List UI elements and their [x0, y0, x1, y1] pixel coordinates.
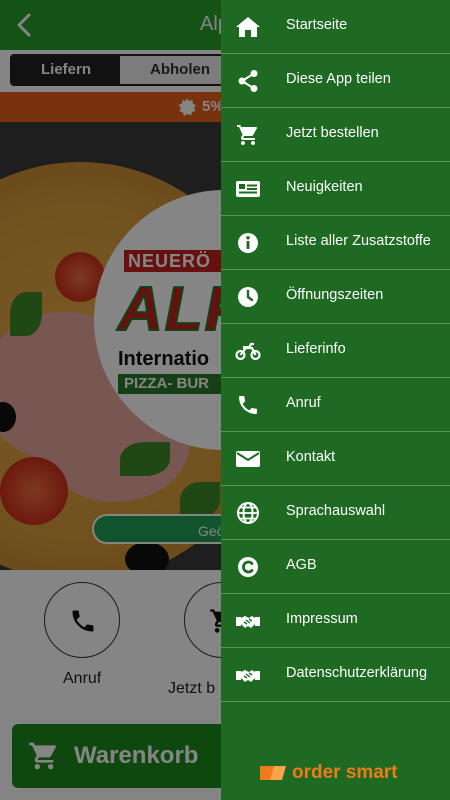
menu-item-label: Datenschutzerklärung	[286, 665, 428, 681]
menu-item-label: Liste aller Zusatzstoffe	[286, 233, 431, 249]
clock-icon	[235, 285, 261, 309]
cart-icon	[235, 123, 261, 147]
envelope-icon	[235, 447, 261, 471]
menu-item-startseite[interactable]: Startseite	[221, 0, 450, 54]
home-icon	[235, 15, 261, 39]
menu-item-label: AGB	[286, 557, 317, 573]
menu-item-label: Neuigkeiten	[286, 179, 363, 195]
menu-item-label: Diese App teilen	[286, 71, 391, 87]
menu-item-language[interactable]: Sprachauswahl	[221, 486, 450, 540]
menu-item-label: Impressum	[286, 611, 358, 627]
handshake-icon	[235, 609, 261, 633]
share-icon	[235, 69, 261, 93]
menu-item-label: Kontakt	[286, 449, 336, 465]
menu-item-contact[interactable]: Kontakt	[221, 432, 450, 486]
motorcycle-icon	[235, 339, 261, 363]
menu-item-label: Lieferinfo	[286, 341, 346, 357]
menu-item-call[interactable]: Anruf	[221, 378, 450, 432]
info-icon	[235, 231, 261, 255]
newspaper-icon	[235, 177, 261, 201]
menu-item-news[interactable]: Neuigkeiten	[221, 162, 450, 216]
ordersmart-brand[interactable]: order smart	[258, 760, 418, 786]
menu-item-order[interactable]: Jetzt bestellen	[221, 108, 450, 162]
menu-item-opening-hours[interactable]: Öffnungszeiten	[221, 270, 450, 324]
navigation-drawer: Startseite Diese App teilen Jetzt bestel…	[221, 0, 450, 800]
phone-icon	[235, 393, 261, 417]
menu-item-terms[interactable]: AGB	[221, 540, 450, 594]
menu-item-privacy[interactable]: Datenschutzerklärung	[221, 648, 450, 702]
menu-item-imprint[interactable]: Impressum	[221, 594, 450, 648]
menu-item-label: Startseite	[286, 17, 348, 33]
handshake-icon	[235, 663, 261, 687]
menu-item-label: Öffnungszeiten	[286, 287, 384, 303]
globe-icon	[235, 501, 261, 525]
brand-text: order smart	[292, 762, 398, 783]
ordersmart-logo-icon	[258, 762, 288, 784]
menu-item-share[interactable]: Diese App teilen	[221, 54, 450, 108]
copyright-icon	[235, 555, 261, 579]
menu-item-delivery-info[interactable]: Lieferinfo	[221, 324, 450, 378]
menu-item-label: Anruf	[286, 395, 321, 411]
menu-item-label: Jetzt bestellen	[286, 125, 379, 141]
menu-item-label: Sprachauswahl	[286, 503, 386, 519]
menu-item-additives[interactable]: Liste aller Zusatzstoffe	[221, 216, 450, 270]
